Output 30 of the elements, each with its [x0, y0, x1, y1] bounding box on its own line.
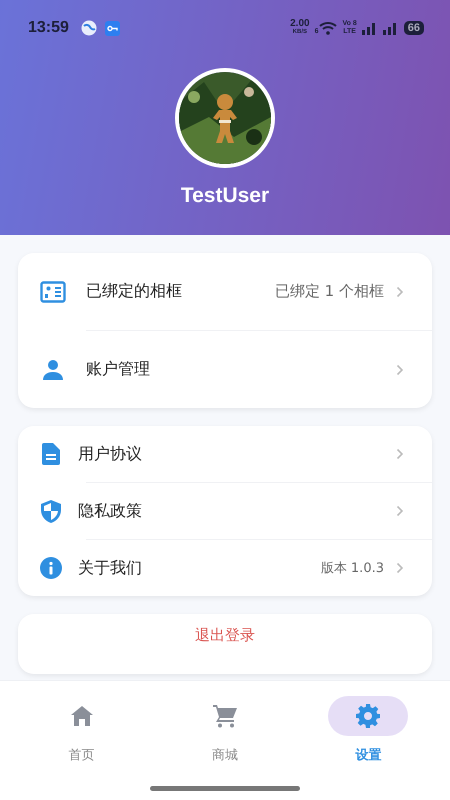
person-icon [42, 360, 64, 380]
setting-value: 已绑定 1 个相框 [274, 282, 384, 301]
chevron-icon [396, 364, 404, 376]
setting-label[interactable]: 隐私政策 [78, 500, 142, 522]
cart-icon [212, 704, 237, 728]
setting-label[interactable]: 已绑定的相框 [86, 281, 182, 302]
setting-value: 版本 1.0.3 [320, 560, 384, 577]
signal-icon [362, 21, 378, 35]
wifi-icon [319, 21, 338, 35]
document-icon [42, 443, 60, 465]
settings-icon [356, 704, 380, 728]
setting-label[interactable]: 账户管理 [86, 359, 150, 380]
chevron-icon [396, 286, 404, 298]
battery-level: 66 [404, 21, 424, 35]
shield-icon [41, 500, 61, 522]
setting-label[interactable]: 用户协议 [78, 444, 142, 464]
status-time: 13:59 [28, 19, 69, 37]
chevron-icon [396, 448, 404, 460]
nav-tab[interactable]: 商城 [170, 695, 280, 800]
chevron-icon [396, 505, 404, 517]
id-card-icon [40, 280, 66, 302]
signal-icon [382, 21, 399, 35]
home-icon [70, 706, 93, 726]
key-icon [104, 20, 120, 36]
chevron-icon [396, 562, 404, 574]
username: TestUser [180, 184, 270, 208]
setting-label[interactable]: 关于我们 [78, 558, 142, 578]
nav-tab[interactable]: 首页 [26, 695, 137, 800]
logout-button[interactable]: 退出登录 [195, 626, 255, 645]
info-icon [40, 557, 62, 579]
